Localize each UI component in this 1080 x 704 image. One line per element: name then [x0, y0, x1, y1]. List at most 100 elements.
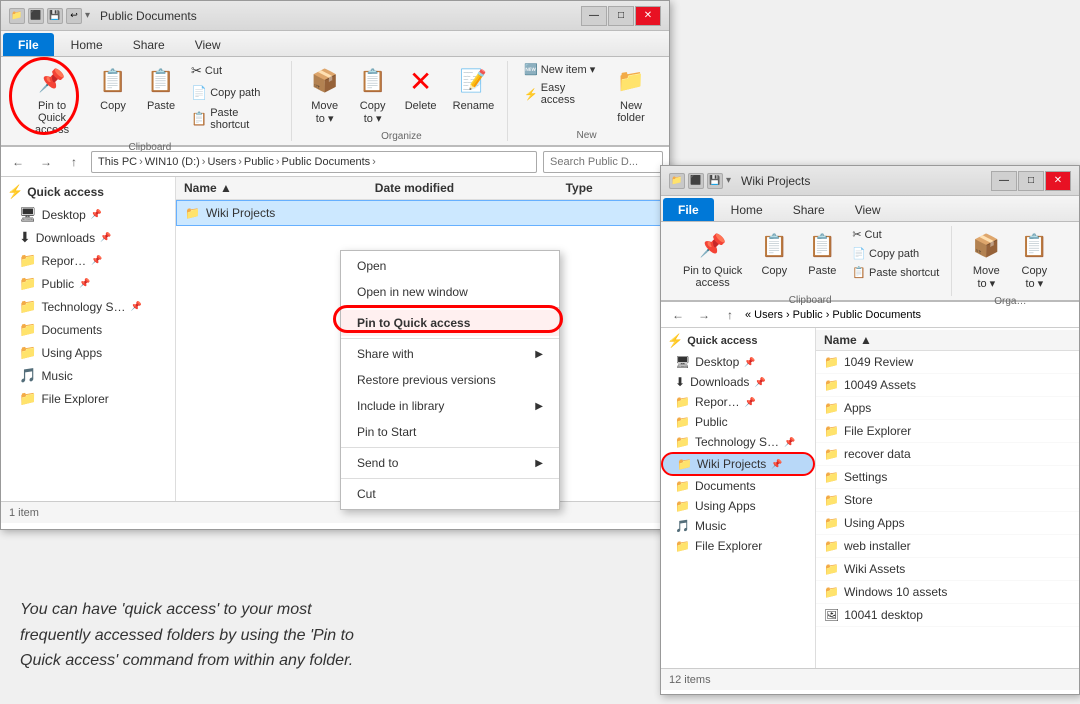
forward-button[interactable]: → — [35, 151, 57, 173]
tab-share[interactable]: Share — [118, 33, 180, 56]
second-back-btn[interactable]: ← — [667, 304, 689, 326]
ctx-cut[interactable]: Cut — [341, 481, 559, 507]
cut-button[interactable]: ✂ Cut — [187, 61, 283, 81]
col-date-header[interactable]: Date modified — [375, 181, 566, 195]
second-file-usingapps[interactable]: 📁 Using Apps — [816, 512, 1079, 535]
copy-to-button[interactable]: 📋 Copyto ▾ — [351, 61, 395, 129]
paste-shortcut-button[interactable]: 📋 Paste shortcut — [187, 105, 283, 133]
ctx-pin-to-quick-access[interactable]: Pin to Quick access — [341, 310, 559, 336]
second-paste-shortcut-button[interactable]: 📋 Paste shortcut — [848, 264, 943, 281]
col-name-header[interactable]: Name ▲ — [184, 181, 375, 195]
sidebar-quick-access-header[interactable]: ⚡ Quick access — [1, 181, 175, 203]
file-row-wiki-projects[interactable]: 📁 Wiki Projects — [176, 200, 669, 226]
second-tab-file[interactable]: File — [663, 198, 714, 221]
dropdown-btn[interactable]: ▾ — [85, 10, 90, 21]
second-file-recoverdata[interactable]: 📁 recover data — [816, 443, 1079, 466]
second-sidebar-wiki-projects[interactable]: 📁 Wiki Projects 📌 — [661, 452, 815, 476]
address-path[interactable]: This PC › WIN10 (D:) › Users › Public › … — [91, 151, 537, 173]
tab-view[interactable]: View — [180, 33, 236, 56]
second-file-1049review[interactable]: 📁 1049 Review — [816, 351, 1079, 374]
second-paste-button[interactable]: 📋 Paste — [800, 226, 844, 281]
second-copy-button[interactable]: 📋 Copy — [752, 226, 796, 281]
second-maximize[interactable]: □ — [1018, 171, 1044, 191]
second-sidebar-public[interactable]: 📁 Public — [661, 412, 815, 432]
tab-home[interactable]: Home — [56, 33, 118, 56]
second-forward-btn[interactable]: → — [693, 304, 715, 326]
rename-button[interactable]: 📝 Rename — [447, 61, 501, 116]
second-col-name[interactable]: Name ▲ — [824, 333, 872, 347]
save-icon[interactable]: 💾 — [47, 8, 63, 24]
second-sidebar-desktop[interactable]: 🖥 Desktop 📌 — [661, 352, 815, 372]
second-save-icon[interactable]: 💾 — [707, 173, 723, 189]
ctx-open[interactable]: Open — [341, 253, 559, 279]
second-copy-path-button[interactable]: 📄 Copy path — [848, 245, 943, 262]
new-folder-button[interactable]: 📁 Newfolder — [609, 61, 653, 128]
second-window-controls: — □ ✕ — [991, 171, 1071, 191]
second-file-apps[interactable]: 📁 Apps — [816, 397, 1079, 420]
second-sidebar-music[interactable]: 🎵 Music — [661, 516, 815, 536]
tab-file[interactable]: File — [3, 33, 54, 56]
second-cut-button[interactable]: ✂ Cut — [848, 226, 943, 243]
sidebar-item-using-apps[interactable]: 📁 Using Apps — [1, 341, 175, 364]
move-to-button[interactable]: 📦 Moveto ▾ — [303, 61, 347, 129]
second-copy-to-button[interactable]: 📋 Copyto ▾ — [1012, 226, 1056, 294]
second-minimize[interactable]: — — [991, 171, 1017, 191]
quick-access-icon[interactable]: ⬛ — [28, 8, 44, 24]
minimize-button[interactable]: — — [581, 6, 607, 26]
second-pin-button[interactable]: 📌 Pin to Quickaccess — [677, 226, 748, 293]
search-input[interactable] — [543, 151, 663, 173]
second-file-win10assets[interactable]: 📁 Windows 10 assets — [816, 581, 1079, 604]
close-button[interactable]: ✕ — [635, 6, 661, 26]
second-up-btn[interactable]: ↑ — [719, 304, 741, 326]
second-sidebar-reports[interactable]: 📁 Repor… 📌 — [661, 392, 815, 412]
ctx-include-library[interactable]: Include in library ▶ — [341, 393, 559, 419]
second-file-10041desktop[interactable]: 🖼 10041 desktop — [816, 604, 1079, 627]
second-file-explorer[interactable]: 📁 File Explorer — [816, 420, 1079, 443]
second-sidebar-downloads[interactable]: ⬇ Downloads 📌 — [661, 372, 815, 392]
second-sidebar-documents[interactable]: 📁 Documents — [661, 476, 815, 496]
second-file-wikiassets[interactable]: 📁 Wiki Assets — [816, 558, 1079, 581]
new-item-button[interactable]: 🆕 New item ▾ — [520, 61, 605, 78]
sidebar-item-reports[interactable]: 📁 Repor… 📌 — [1, 249, 175, 272]
copy-button[interactable]: 📋 Copy — [91, 61, 135, 116]
second-tab-share[interactable]: Share — [778, 198, 840, 221]
second-tab-view[interactable]: View — [840, 198, 896, 221]
ctx-pin-to-start[interactable]: Pin to Start — [341, 419, 559, 445]
delete-button[interactable]: ✕ Delete — [399, 61, 443, 116]
ctx-send-to[interactable]: Send to ▶ — [341, 450, 559, 476]
second-close[interactable]: ✕ — [1045, 171, 1071, 191]
ctx-restore-versions[interactable]: Restore previous versions — [341, 367, 559, 393]
up-button[interactable]: ↑ — [63, 151, 85, 173]
sidebar-item-public[interactable]: 📁 Public 📌 — [1, 272, 175, 295]
back-button[interactable]: ← — [7, 151, 29, 173]
paste-button[interactable]: 📋 Paste — [139, 61, 183, 116]
second-file-webinstaller[interactable]: 📁 web installer — [816, 535, 1079, 558]
ctx-share-with[interactable]: Share with ▶ — [341, 341, 559, 367]
pin-to-quick-access-button[interactable]: 📌 Pin to Quickaccess — [17, 61, 87, 140]
maximize-button[interactable]: □ — [608, 6, 634, 26]
second-file-store[interactable]: 📁 Store — [816, 489, 1079, 512]
ctx-open-new-window[interactable]: Open in new window — [341, 279, 559, 305]
sidebar-item-music[interactable]: 🎵 Music — [1, 364, 175, 387]
easy-access-button[interactable]: ⚡ Easy access — [520, 80, 605, 108]
sidebar-item-technology[interactable]: 📁 Technology S… 📌 — [1, 295, 175, 318]
second-file-settings[interactable]: 📁 Settings — [816, 466, 1079, 489]
second-item-count: 12 items — [669, 674, 711, 686]
second-sidebar-technology[interactable]: 📁 Technology S… 📌 — [661, 432, 815, 452]
second-tab-home[interactable]: Home — [716, 198, 778, 221]
second-sidebar-file-explorer[interactable]: 📁 File Explorer — [661, 536, 815, 556]
second-file-10049assets[interactable]: 📁 10049 Assets — [816, 374, 1079, 397]
copy-path-button[interactable]: 📄 Copy path — [187, 83, 283, 103]
sidebar-item-documents[interactable]: 📁 Documents — [1, 318, 175, 341]
col-type-header[interactable]: Type — [566, 181, 661, 195]
second-dropdown-btn[interactable]: ▾ — [726, 175, 731, 186]
second-move-button[interactable]: 📦 Moveto ▾ — [964, 226, 1008, 294]
second-quick-access-header[interactable]: ⚡ Quick access — [661, 330, 815, 352]
second-quick-icon[interactable]: ⬛ — [688, 173, 704, 189]
undo-icon[interactable]: ↩ — [66, 8, 82, 24]
sidebar-item-desktop[interactable]: 🖥 Desktop 📌 — [1, 203, 175, 226]
sidebar-item-file-explorer[interactable]: 📁 File Explorer — [1, 387, 175, 410]
sidebar-item-downloads[interactable]: ⬇ Downloads 📌 — [1, 226, 175, 249]
second-title-icons: 📁 ⬛ 💾 ▾ — [669, 173, 731, 189]
second-sidebar-using-apps[interactable]: 📁 Using Apps — [661, 496, 815, 516]
